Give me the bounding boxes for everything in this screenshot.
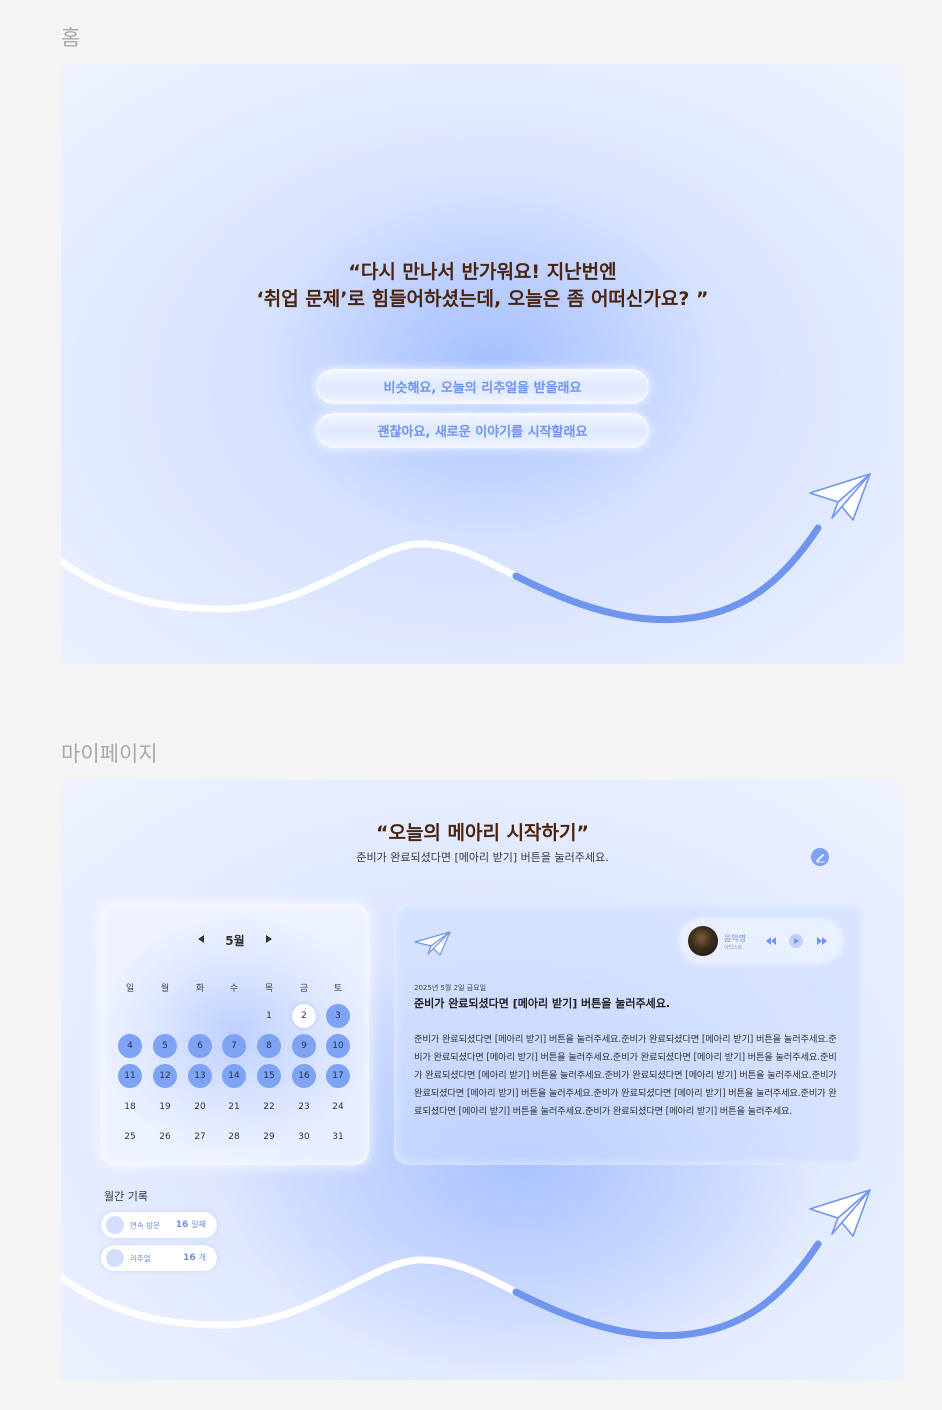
calendar-day[interactable]: 19 <box>153 1095 177 1119</box>
progress-wave <box>61 524 822 624</box>
artist-name: 아티스트 <box>724 945 743 951</box>
weekday-label: 월 <box>160 984 170 994</box>
calendar-day[interactable]: 16 <box>292 1064 316 1088</box>
memory-card: 음악명 아티스트 2025년 5월 2일 금요일 준비가 완료되셨다면 [메아리… <box>394 904 864 1165</box>
calendar-day[interactable]: 10 <box>326 1034 350 1058</box>
ritual-count-stat: 리추얼 16 개 <box>101 1245 217 1271</box>
mypage-section-label: 마이페이지 <box>61 742 158 766</box>
paper-plane-icon <box>809 1189 871 1237</box>
weekday-label: 목 <box>264 984 274 994</box>
calendar-day[interactable]: 3 <box>326 1004 350 1028</box>
calendar-month: 5월 <box>225 934 245 948</box>
calendar-day[interactable]: 20 <box>188 1095 212 1119</box>
calendar-day[interactable]: 28 <box>222 1125 246 1149</box>
calendar-day[interactable]: 8 <box>257 1034 281 1058</box>
music-player: 음악명 아티스트 <box>681 920 841 962</box>
weekday-label: 화 <box>195 984 205 994</box>
mypage-screen: “오늘의 메아리 시작하기” 준비가 완료되셨다면 [메아리 받기] 버튼을 눌… <box>61 780 904 1380</box>
page-title: “오늘의 메아리 시작하기” <box>375 822 589 844</box>
calendar-day[interactable]: 14 <box>222 1064 246 1088</box>
play-icon[interactable] <box>789 934 803 948</box>
calendar-day[interactable]: 13 <box>188 1064 212 1088</box>
prev-icon[interactable] <box>765 936 777 946</box>
home-section-label: 홈 <box>61 26 81 50</box>
calendar-day[interactable]: 5 <box>153 1034 177 1058</box>
calendar-day[interactable]: 12 <box>153 1064 177 1088</box>
question-line-2: ‘취업 문제’로 힘들어하셨는데, 오늘은 좀 어떠신가요? ” <box>256 288 709 310</box>
calendar-day[interactable]: 11 <box>118 1064 142 1088</box>
calendar-day[interactable]: 24 <box>326 1095 350 1119</box>
page-subtitle: 준비가 완료되셨다면 [메아리 받기] 버튼을 눌러주세요. <box>356 851 609 864</box>
stat-value: 16 개 <box>183 1253 206 1263</box>
calendar-day[interactable]: 27 <box>188 1125 212 1149</box>
monthly-record-title: 월간 기록 <box>104 1190 148 1203</box>
calendar-day[interactable]: 17 <box>326 1064 350 1088</box>
memory-date: 2025년 5월 2일 금요일 <box>414 984 487 992</box>
home-question: “다시 만나서 반가워요! 지난번엔 ‘취업 문제’로 힘들어하셨는데, 오늘은… <box>61 259 904 313</box>
calendar-day[interactable]: 4 <box>118 1034 142 1058</box>
edit-icon <box>815 853 824 862</box>
visit-streak-stat: 연속 방문 16 일째 <box>101 1212 217 1238</box>
weekday-label: 금 <box>299 984 309 994</box>
memory-headline: 준비가 완료되셨다면 [메아리 받기] 버튼을 눌러주세요. <box>414 997 671 1010</box>
calendar: 5월 일 월 화 수 목 금 토 1 2 3 4 5 6 7 8 9 10 11 12 13 14 15 16 17 18 19 2… <box>101 904 369 1165</box>
weekday-label: 일 <box>125 984 135 994</box>
calendar-day[interactable]: 9 <box>292 1034 316 1058</box>
stat-label: 리추얼 <box>130 1254 151 1263</box>
receive-ritual-button[interactable]: 비슷해요, 오늘의 리추얼을 받을래요 <box>316 369 649 404</box>
question-line-1: “다시 만나서 반가워요! 지난번엔 <box>348 261 617 283</box>
home-screen: “다시 만나서 반가워요! 지난번엔 ‘취업 문제’로 힘들어하셨는데, 오늘은… <box>61 64 904 664</box>
album-cover <box>688 926 718 956</box>
calendar-day[interactable]: 26 <box>153 1125 177 1149</box>
calendar-day[interactable]: 22 <box>257 1095 281 1119</box>
calendar-day[interactable]: 1 <box>257 1004 281 1028</box>
stat-label: 연속 방문 <box>130 1221 160 1230</box>
edit-button[interactable] <box>811 848 829 866</box>
calendar-day[interactable]: 21 <box>222 1095 246 1119</box>
next-icon[interactable] <box>816 936 828 946</box>
memory-body: 준비가 완료되셨다면 [메아리 받기] 버튼을 눌러주세요.준비가 완료되셨다면… <box>414 1034 837 1117</box>
stat-icon <box>106 1249 124 1267</box>
calendar-day[interactable]: 15 <box>257 1064 281 1088</box>
paper-plane-icon <box>414 931 451 956</box>
new-story-button[interactable]: 괜찮아요, 새로운 이야기를 시작할래요 <box>316 413 649 448</box>
calendar-day[interactable]: 23 <box>292 1095 316 1119</box>
song-title: 음악명 <box>724 934 747 943</box>
calendar-day[interactable]: 18 <box>118 1095 142 1119</box>
stat-icon <box>106 1216 124 1234</box>
stat-value: 16 일째 <box>175 1220 206 1230</box>
calendar-day[interactable]: 2 <box>292 1004 316 1028</box>
weekday-label: 토 <box>333 984 343 994</box>
weekday-label: 수 <box>229 984 239 994</box>
chevron-right-icon[interactable] <box>266 935 272 943</box>
calendar-day[interactable]: 30 <box>292 1125 316 1149</box>
calendar-day[interactable]: 31 <box>326 1125 350 1149</box>
calendar-day[interactable]: 7 <box>222 1034 246 1058</box>
calendar-day[interactable]: 25 <box>118 1125 142 1149</box>
calendar-day[interactable]: 6 <box>188 1034 212 1058</box>
paper-plane-icon <box>809 473 871 521</box>
calendar-day[interactable]: 29 <box>257 1125 281 1149</box>
